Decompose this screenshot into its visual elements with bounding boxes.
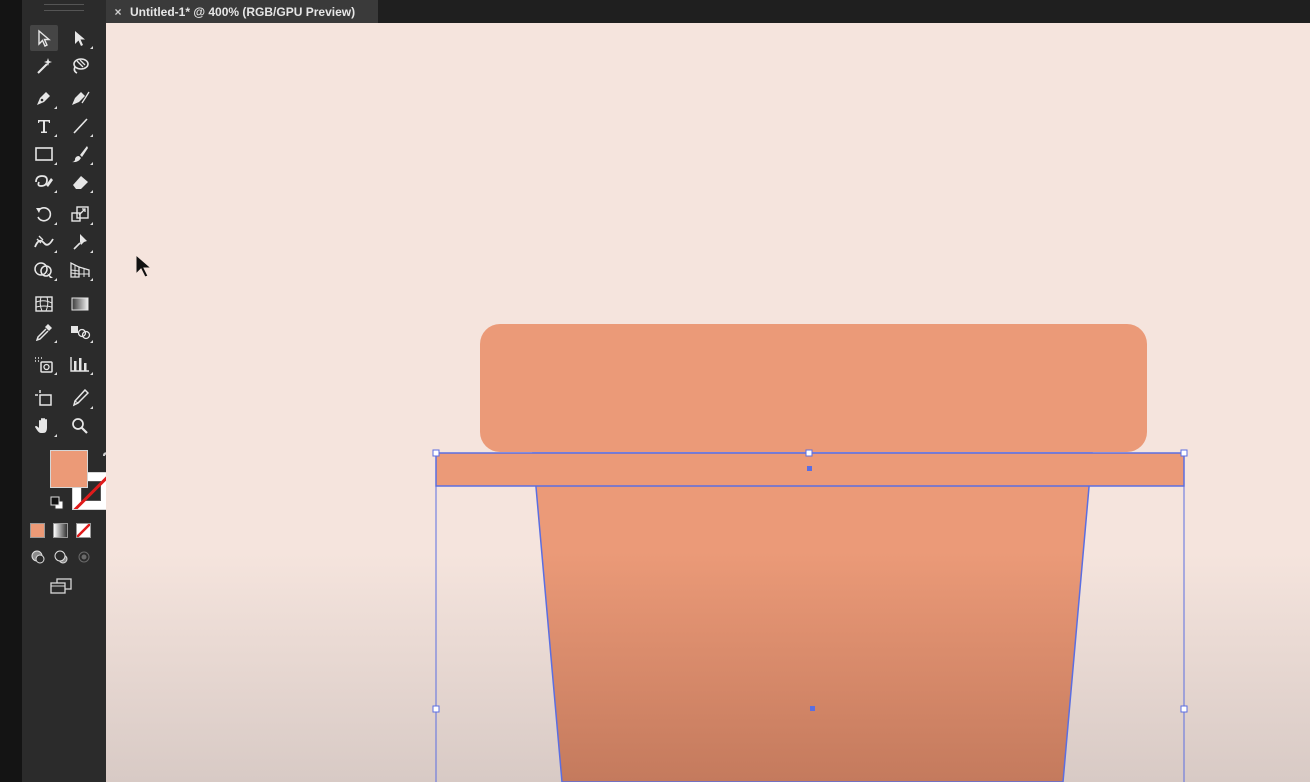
selection-tool-icon[interactable] [30, 25, 58, 51]
column-graph-tool-icon[interactable] [66, 351, 94, 377]
lasso-tool-icon[interactable] [66, 53, 94, 79]
magic-wand-tool-icon[interactable] [30, 53, 58, 79]
gradient-mode-button[interactable] [53, 523, 68, 538]
hand-tool-icon[interactable] [30, 413, 58, 439]
curvature-tool-icon[interactable] [66, 85, 94, 111]
rectangle-tool-icon[interactable] [30, 141, 58, 167]
direct-selection-tool-icon[interactable] [66, 25, 94, 51]
pot-rim-shape[interactable] [480, 324, 1147, 452]
document-tab[interactable]: × Untitled-1* @ 400% (RGB/GPU Preview) [106, 0, 378, 23]
document-tab-title: Untitled-1* @ 400% (RGB/GPU Preview) [130, 4, 356, 19]
zoom-tool-icon[interactable] [66, 413, 94, 439]
artboard-tool-icon[interactable] [30, 385, 58, 411]
panel-grip[interactable] [44, 4, 84, 11]
default-fill-stroke-icon[interactable] [50, 496, 64, 510]
pen-tool-icon[interactable] [30, 85, 58, 111]
type-tool-icon[interactable] [30, 113, 58, 139]
perspective-grid-tool-icon[interactable] [66, 257, 94, 283]
fill-color-swatch[interactable] [50, 450, 88, 488]
eraser-tool-icon[interactable] [66, 169, 94, 195]
draw-normal-icon[interactable] [28, 546, 48, 568]
width-tool-icon[interactable] [30, 229, 58, 255]
pot-body-shape[interactable] [532, 452, 1093, 782]
scale-tool-icon[interactable] [66, 201, 94, 227]
line-segment-tool-icon[interactable] [66, 113, 94, 139]
symbol-sprayer-tool-icon[interactable] [30, 351, 58, 377]
paintbrush-tool-icon[interactable] [66, 141, 94, 167]
none-mode-button[interactable] [76, 523, 91, 538]
eyedropper-tool-icon[interactable] [30, 319, 58, 345]
document-tab-bar: × Untitled-1* @ 400% (RGB/GPU Preview) [106, 0, 1310, 23]
tools-panel [22, 0, 114, 782]
mesh-tool-icon[interactable] [30, 291, 58, 317]
close-tab-icon[interactable]: × [106, 5, 130, 19]
artboard-canvas[interactable] [106, 23, 1310, 782]
artwork [432, 324, 1188, 782]
screen-mode-icon[interactable] [46, 574, 76, 598]
draw-behind-icon[interactable] [51, 546, 71, 568]
mouse-cursor-icon [135, 254, 153, 278]
slice-tool-icon[interactable] [66, 385, 94, 411]
color-mode-button[interactable] [30, 523, 45, 538]
shaper-tool-icon[interactable] [30, 169, 58, 195]
draw-inside-icon[interactable] [74, 546, 94, 568]
blend-tool-icon[interactable] [66, 319, 94, 345]
rotate-tool-icon[interactable] [30, 201, 58, 227]
gradient-tool-icon[interactable] [66, 291, 94, 317]
fill-stroke-swatches [50, 450, 114, 512]
shape-builder-tool-icon[interactable] [30, 257, 58, 283]
puppet-warp-tool-icon[interactable] [66, 229, 94, 255]
left-edge-strip [0, 0, 22, 782]
